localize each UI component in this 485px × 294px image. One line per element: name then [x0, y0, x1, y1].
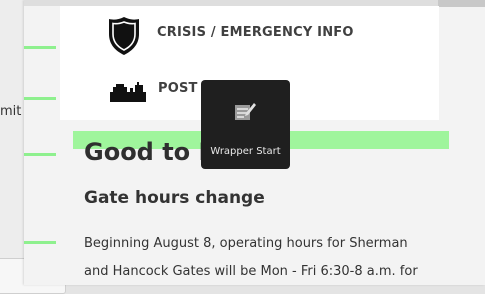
nav-item-crisis[interactable]: CRISIS / EMERGENCY INFO: [108, 16, 354, 56]
article-text-line: and Hancock Gates will be Mon - Fri 6:30…: [84, 264, 418, 279]
green-marker: [24, 153, 56, 156]
article-text-line: Beginning August 8, operating hours for …: [84, 236, 408, 251]
green-marker: [24, 46, 56, 49]
tooltip-label: Wrapper Start: [210, 146, 281, 157]
green-marker: [24, 97, 56, 100]
nav-item-post[interactable]: POST: [110, 80, 198, 102]
top-strip-tab: [438, 0, 485, 7]
wrapper-start-tooltip[interactable]: Wrapper Start: [201, 80, 290, 169]
nav-item-label: CRISIS / EMERGENCY INFO: [157, 24, 354, 40]
page-title: Good to K: [84, 138, 218, 166]
shield-icon: [108, 16, 140, 56]
article-heading: Gate hours change: [84, 188, 265, 208]
green-marker: [24, 241, 56, 244]
installation-icon: [110, 80, 146, 102]
wrapper-edit-icon: [234, 101, 256, 123]
nav-item-label: POST: [158, 80, 198, 96]
sidebar-truncated-text: mit: [0, 104, 22, 119]
